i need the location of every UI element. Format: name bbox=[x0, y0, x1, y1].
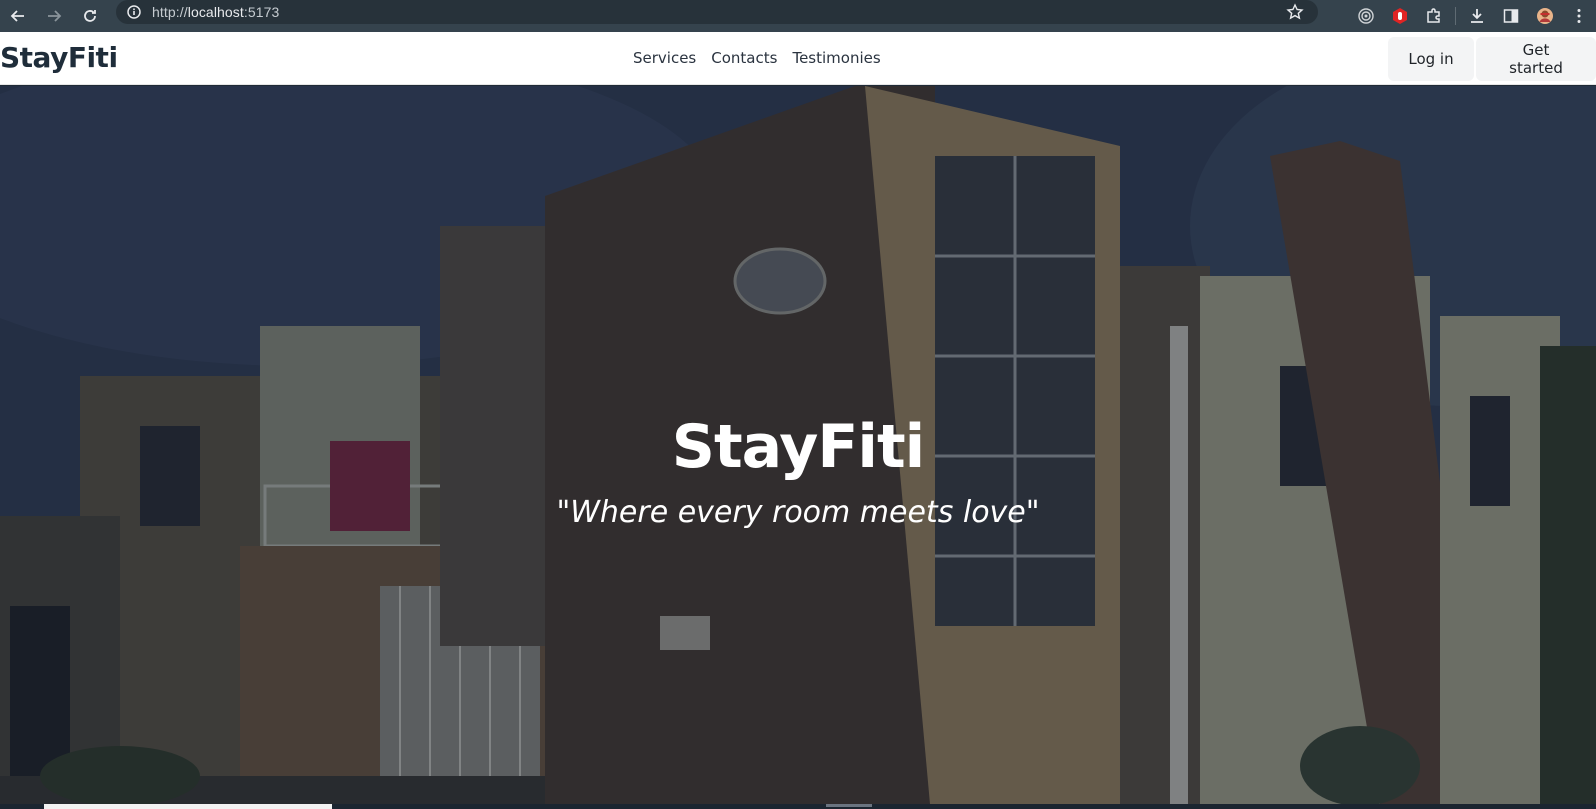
auth-buttons: Log in Get started bbox=[1388, 37, 1596, 81]
hero-title: StayFiti bbox=[671, 412, 925, 482]
horizontal-scrollbar[interactable] bbox=[0, 804, 1596, 809]
brand-logo[interactable]: StayFiti bbox=[0, 41, 118, 74]
profile-button[interactable] bbox=[1528, 0, 1562, 32]
toolbar-actions bbox=[1349, 0, 1596, 32]
back-button[interactable] bbox=[0, 0, 36, 32]
side-panel-button[interactable] bbox=[1494, 0, 1528, 32]
reload-button[interactable] bbox=[72, 0, 108, 32]
extensions-puzzle-icon bbox=[1427, 8, 1440, 23]
get-started-button[interactable]: Get started bbox=[1476, 37, 1596, 81]
url-port: :5173 bbox=[243, 4, 280, 20]
scrollbar-thumb[interactable] bbox=[44, 804, 332, 809]
url-host: localhost bbox=[187, 4, 244, 20]
hero-section: StayFiti "Where every room meets love" bbox=[0, 86, 1596, 804]
site-info-button[interactable] bbox=[122, 0, 146, 24]
browser-menu-button[interactable] bbox=[1562, 0, 1596, 32]
address-bar[interactable]: http://localhost:5173 bbox=[116, 0, 1318, 24]
red-extension-button[interactable] bbox=[1383, 0, 1417, 32]
extensions-button[interactable] bbox=[1417, 0, 1451, 32]
tracking-button[interactable] bbox=[1349, 0, 1383, 32]
url-scheme: http:// bbox=[152, 4, 188, 20]
menu-kebab-icon bbox=[1577, 9, 1581, 23]
site-info-icon bbox=[127, 5, 141, 19]
site-header: StayFiti Services Contacts Testimonies L… bbox=[0, 32, 1596, 85]
login-button[interactable]: Log in bbox=[1388, 37, 1474, 81]
forward-arrow-icon bbox=[48, 10, 62, 22]
bookmark-star-icon[interactable] bbox=[1286, 3, 1304, 21]
downloads-button[interactable] bbox=[1460, 0, 1494, 32]
url-text: http://localhost:5173 bbox=[152, 4, 279, 20]
nav-link-services[interactable]: Services bbox=[633, 49, 696, 67]
nav-link-contacts[interactable]: Contacts bbox=[711, 49, 777, 67]
back-arrow-icon bbox=[10, 10, 24, 22]
browser-toolbar: http://localhost:5173 bbox=[0, 0, 1596, 32]
tracking-icon bbox=[1358, 8, 1374, 24]
download-icon bbox=[1471, 9, 1483, 23]
main-nav: Services Contacts Testimonies bbox=[633, 49, 881, 67]
side-panel-icon bbox=[1503, 9, 1519, 23]
profile-avatar-icon bbox=[1537, 8, 1553, 24]
scrollbar-marker bbox=[826, 804, 872, 807]
hero-tagline: "Where every room meets love" bbox=[556, 495, 1040, 530]
reload-icon bbox=[84, 10, 96, 22]
toolbar-divider bbox=[1455, 7, 1456, 25]
extension-red-icon bbox=[1393, 8, 1407, 24]
forward-button[interactable] bbox=[36, 0, 72, 32]
nav-link-testimonies[interactable]: Testimonies bbox=[792, 49, 880, 67]
